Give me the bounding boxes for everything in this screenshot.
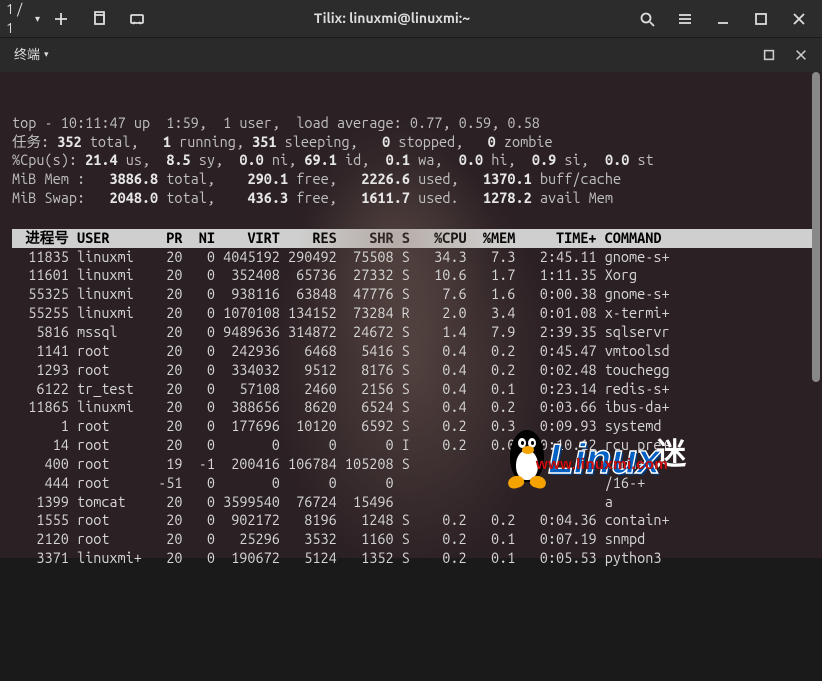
- process-row: 11601 linuxmi2003524086573627332 S10.61.…: [12, 266, 812, 285]
- process-row: 1555 root20090217281961248 S0.20.20:04.3…: [12, 511, 812, 530]
- scrollbar[interactable]: [810, 72, 820, 558]
- process-row: 1293 root20033403295128176 S0.40.20:02.4…: [12, 361, 812, 380]
- new-window-button[interactable]: [82, 5, 116, 33]
- process-row: 1141 root20024293664685416 S0.40.20:45.4…: [12, 342, 812, 361]
- search-button[interactable]: [630, 5, 664, 33]
- column-headers: 进程号 USERPRNIVIRTRESSHR S%CPU%MEMTIME+ CO…: [12, 229, 812, 248]
- process-row: 55255 linuxmi200107010813415273284 R2.03…: [12, 304, 812, 323]
- process-row: 3371 linuxmi+20019067251241352 S0.20.10:…: [12, 549, 812, 568]
- process-row: 1 root200177696101206592 S0.20.30:09.93 …: [12, 417, 812, 436]
- process-row: 1399 tomcat20035995407672415496 a: [12, 493, 812, 512]
- process-row: 11865 linuxmi20038865686206524 S0.40.20:…: [12, 398, 812, 417]
- minimize-button[interactable]: [706, 5, 740, 33]
- scrollbar-thumb[interactable]: [812, 72, 820, 382]
- terminal-pane[interactable]: top - 10:11:47 up 1:59, 1 user, load ave…: [0, 72, 822, 558]
- terminal-tab[interactable]: 终端 ▾: [8, 43, 55, 68]
- tab-maximize-button[interactable]: [756, 44, 782, 66]
- process-row: 6122 tr_test2005710824602156 S0.40.10:23…: [12, 380, 812, 399]
- maximize-button[interactable]: [744, 5, 778, 33]
- process-row: 444 root-510000 /16-+: [12, 474, 812, 493]
- process-list: 11835 linuxmi200404519229049275508 S34.3…: [12, 248, 812, 568]
- tab-close-button[interactable]: [788, 44, 814, 66]
- terminal-tabbar: 终端 ▾: [0, 38, 822, 72]
- window-title: Tilix: linuxmi@linuxmi:~: [154, 9, 630, 27]
- process-row: 2120 root2002529635321160 S0.20.10:07.19…: [12, 530, 812, 549]
- session-counter[interactable]: 1 / 1 ▾: [6, 5, 40, 33]
- sync-input-button[interactable]: [120, 5, 154, 33]
- process-row: 5816 mssql200948963631487224672 S1.47.92…: [12, 323, 812, 342]
- menu-button[interactable]: [668, 5, 702, 33]
- window-titlebar: 1 / 1 ▾ Tilix: linuxmi@linuxmi:~: [0, 0, 822, 38]
- process-row: 11835 linuxmi200404519229049275508 S34.3…: [12, 248, 812, 267]
- add-terminal-button[interactable]: [44, 5, 78, 33]
- top-summary: top - 10:11:47 up 1:59, 1 user, load ave…: [12, 114, 812, 208]
- process-row: 55325 linuxmi2009381166384847776 S7.61.6…: [12, 285, 812, 304]
- process-row: 400 root19-1200416106784105208 S temd+: [12, 455, 812, 474]
- process-row: 14 root200000 I0.20.00:10.12 rcu_pre+: [12, 436, 812, 455]
- close-button[interactable]: [782, 5, 816, 33]
